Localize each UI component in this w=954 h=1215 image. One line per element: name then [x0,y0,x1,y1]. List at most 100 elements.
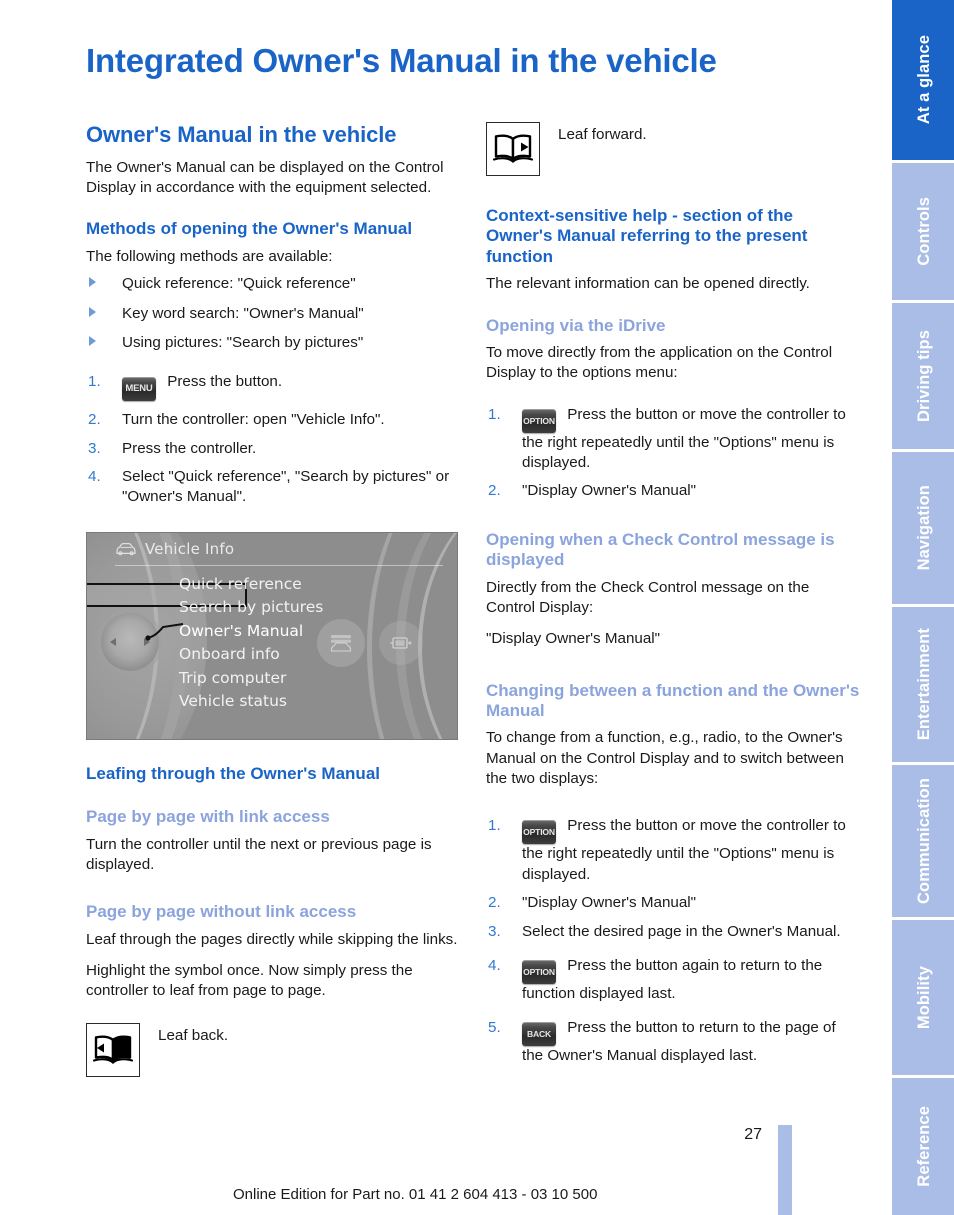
list-item-label: Quick reference: "Quick reference" [122,275,356,293]
list-item: Quick reference: "Quick reference" [86,274,460,294]
rail-tab-label: Driving tips [914,330,933,422]
book-leaf-back-icon [92,1035,134,1064]
idrive-menu-item-quick-reference[interactable]: Quick reference [179,573,323,597]
heading-opening-via-idrive: Opening via the iDrive [486,315,666,335]
list-item-label: Key word search: "Owner's Manual" [122,304,364,322]
callout-leader-line [145,622,184,641]
check-control-text: Directly from the Check Control message … [486,578,810,616]
list-item-label: Using pictures: "Search by pictures" [122,333,364,351]
rail-tab-navigation[interactable]: Navigation [892,452,954,604]
rail-tab-label: Reference [914,1106,933,1187]
triangle-bullet-icon [89,306,96,317]
triangle-bullet-icon [89,277,96,288]
book-leaf-forward-icon [492,134,534,164]
idrive-menu-item-search-by-pictures[interactable]: Search by pictures [179,596,323,620]
step-number: 2. [88,411,101,429]
rail-tab-reference[interactable]: Reference [892,1078,954,1215]
leaf-back-caption: Leaf back. [158,1026,229,1044]
idrive-side-icon-vehicle[interactable] [317,618,365,667]
list-item: 2. "Display Owner's Manual" [486,481,860,501]
section-heading-owners-manual: Owner's Manual in the vehicle [86,122,397,147]
left-column: Owner's Manual in the vehicle The Owner'… [86,122,460,1077]
rail-tab-entertainment[interactable]: Entertainment [892,607,954,762]
leaf-forward-symbol-row: Leaf forward. [486,122,860,176]
option-button-icon[interactable]: OPTION [522,408,556,433]
check-control-quote: "Display Owner's Manual" [486,630,661,648]
display-icon [390,637,412,649]
changing-steps-list: 1. OPTION Press the button or move the c… [486,816,860,1066]
rail-tab-communication[interactable]: Communication [892,765,954,917]
step-text: Press the button or move the controller … [522,817,846,883]
list-item: 2. Turn the controller: open "Vehicle In… [86,410,460,430]
back-button-icon[interactable]: BACK [522,1022,556,1047]
step-number: 1. [88,373,101,391]
list-item: Key word search: "Owner's Manual" [86,304,460,324]
option-button-icon[interactable]: OPTION [522,820,556,845]
step-number: 1. [488,817,501,835]
methods-intro: The following methods are available: [86,247,333,265]
idrive-menu-list: Quick reference Search by pictures Owner… [179,573,323,714]
idrive-header: Vehicle Info [115,540,449,558]
changing-text: To change from a function, e.g., radio, … [486,729,844,788]
step-number: 1. [488,405,501,423]
option-button-icon[interactable]: OPTION [522,959,556,984]
idrive-menu-item-owners-manual[interactable]: Owner's Manual [179,620,323,644]
step-number: 2. [488,482,501,500]
list-item: 2. "Display Owner's Manual" [486,893,860,913]
page-number: 27 [744,1126,762,1143]
rail-tab-label: Communication [914,778,933,904]
car-settings-icon [330,634,352,652]
list-item: 1. OPTION Press the button or move the c… [486,816,860,885]
idrive-side-icon-display[interactable] [379,620,423,665]
step-text: Press the button or move the controller … [522,405,846,471]
rail-tab-label: Entertainment [914,628,933,741]
list-item: 1. OPTION Press the button or move the c… [486,405,860,474]
heading-leafing-through: Leafing through the Owner's Manual [86,763,380,783]
idrive-menu-item-onboard-info[interactable]: Onboard info [179,643,323,667]
step-number: 2. [488,894,501,912]
without-link-text-2: Highlight the symbol once. Now simply pr… [86,961,413,1000]
content-area: Integrated Owner's Manual in the vehicle… [0,0,892,1215]
idrive-control-display-screenshot: Vehicle Info ✓ Quick reference Search by… [86,531,458,740]
step-text: Press the button to return to the page o… [522,1019,836,1065]
rail-tab-label: Mobility [914,965,933,1030]
list-item: 3. Select the desired page in the Owner'… [486,922,860,942]
heading-context-sensitive-help: Context-sensitive help - section of the … [486,206,808,266]
rail-tab-controls[interactable]: Controls [892,163,954,300]
step-text: Press the button again to return to the … [522,956,823,1002]
with-link-text: Turn the controller until the next or pr… [86,835,432,873]
heading-page-by-page-with-link: Page by page with link access [86,807,330,827]
intro-paragraph: The Owner's Manual can be displayed on t… [86,158,444,197]
step-text: Press the button. [167,373,283,391]
heading-methods-of-opening: Methods of opening the Owner's Manual [86,219,413,239]
rail-tab-at-a-glance[interactable]: At a glance [892,0,954,160]
page-title: Integrated Owner's Manual in the vehicle [86,42,717,79]
step-text: Turn the controller: open "Vehicle Info"… [122,411,385,429]
manual-page: At a glance Controls Driving tips Naviga… [0,0,954,1215]
list-item: 3. Press the controller. [86,439,460,459]
opening-steps-list: 1. MENU Press the button. 2. Turn the co… [86,372,460,507]
heading-changing-between-function: Changing between a function and the Owne… [486,680,860,720]
leaf-forward-caption: Leaf forward. [558,126,647,143]
idrive-menu-item-trip-computer[interactable]: Trip computer [179,667,323,691]
menu-button-icon[interactable]: MENU [122,377,156,402]
step-text: "Display Owner's Manual" [522,894,697,912]
arrow-left-icon [110,637,116,646]
heading-opening-check-control: Opening when a Check Control message is … [486,529,835,570]
idrive-menu-item-vehicle-status[interactable]: Vehicle status [179,690,323,714]
rail-tab-mobility[interactable]: Mobility [892,920,954,1075]
opening-via-idrive-text: To move directly from the application on… [486,343,833,382]
footer-note: Online Edition for Part no. 01 41 2 604 … [233,1186,598,1203]
list-item: 1. MENU Press the button. [86,372,460,402]
rail-tab-driving-tips[interactable]: Driving tips [892,303,954,449]
list-item: 4. Select "Quick reference", "Search by … [86,467,460,508]
step-number: 4. [488,956,501,974]
car-icon [116,542,136,555]
triangle-bullet-icon [89,335,96,346]
step-number: 3. [488,922,501,940]
right-column: Leaf forward. Context-sensitive help - s… [486,122,860,1075]
section-tab-rail: At a glance Controls Driving tips Naviga… [892,0,954,1215]
list-item: 4. OPTION Press the button again to retu… [486,956,860,1004]
list-item: 5. BACK Press the button to return to th… [486,1018,860,1066]
context-help-text: The relevant information can be opened d… [486,275,810,293]
